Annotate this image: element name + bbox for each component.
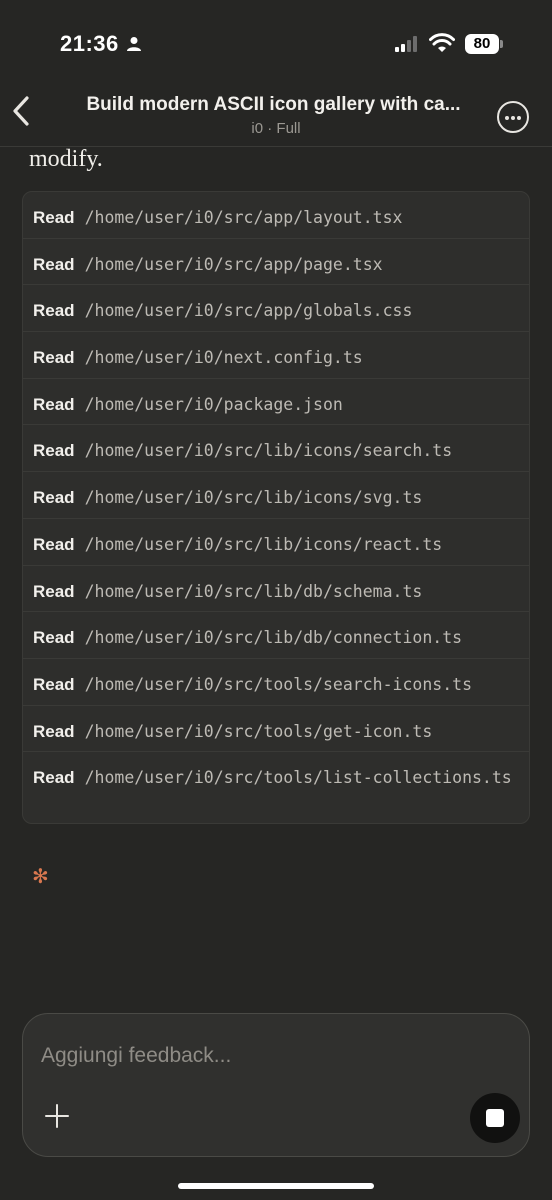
read-label: Read [33, 721, 75, 741]
read-label: Read [33, 394, 75, 414]
ellipsis-circle-icon[interactable] [497, 101, 529, 133]
plus-icon[interactable] [43, 1102, 71, 1130]
read-label: Read [33, 208, 75, 227]
read-path: /home/user/i0/src/lib/db/schema.ts [84, 581, 423, 601]
chat-header: Build modern ASCII icon gallery with ca.… [0, 72, 552, 147]
battery-icon: 80 [465, 34, 503, 54]
person-icon [127, 37, 141, 51]
chat-title[interactable]: Build modern ASCII icon gallery with ca.… [70, 94, 477, 116]
read-row[interactable]: Read/home/user/i0/src/app/layout.tsx [23, 192, 529, 239]
chat-subtitle: i0 · Full [251, 120, 301, 137]
read-path: /home/user/i0/src/app/layout.tsx [84, 208, 403, 227]
read-row[interactable]: Read/home/user/i0/src/lib/icons/search.t… [23, 425, 529, 473]
read-row[interactable]: Read/home/user/i0/src/app/globals.css [23, 285, 529, 333]
read-label: Read [33, 254, 75, 274]
read-path: /home/user/i0/src/app/page.tsx [84, 254, 383, 274]
asterisk-icon: ✻ [32, 866, 49, 888]
read-path: /home/user/i0/src/tools/list-collections… [84, 768, 512, 788]
read-path: /home/user/i0/src/tools/search-icons.ts [84, 674, 472, 694]
stop-button[interactable] [470, 1093, 520, 1143]
wifi-icon [429, 33, 455, 52]
status-bar: 21:36 80 [0, 0, 552, 72]
read-path: /home/user/i0/src/lib/icons/search.ts [84, 441, 453, 461]
read-path: /home/user/i0/package.json [84, 394, 343, 414]
read-row[interactable]: Read/home/user/i0/src/app/page.tsx [23, 239, 529, 286]
status-time: 21:36 [60, 31, 119, 56]
read-row[interactable]: Read/home/user/i0/src/tools/search-icons… [23, 659, 529, 706]
read-label: Read [33, 674, 75, 694]
read-label: Read [33, 348, 75, 368]
read-row[interactable]: Read/home/user/i0/next.config.ts [23, 332, 529, 379]
stop-icon [486, 1109, 504, 1127]
read-row[interactable]: Read/home/user/i0/src/tools/list-collect… [23, 752, 529, 823]
read-row[interactable]: Read/home/user/i0/src/tools/get-icon.ts [23, 706, 529, 753]
read-path: /home/user/i0/src/tools/get-icon.ts [84, 721, 433, 741]
read-label: Read [33, 768, 75, 788]
read-label: Read [33, 441, 75, 461]
tool-read-list: Read/home/user/i0/src/app/layout.tsx Read… [22, 191, 530, 824]
message-text: modify. [29, 146, 103, 172]
read-row[interactable]: Read/home/user/i0/src/lib/db/schema.ts [23, 566, 529, 613]
read-label: Read [33, 581, 75, 601]
read-row[interactable]: Read/home/user/i0/src/lib/icons/svg.ts [23, 472, 529, 519]
feedback-composer: Aggiungi feedback... [22, 1013, 530, 1157]
battery-level: 80 [465, 34, 499, 54]
read-row[interactable]: Read/home/user/i0/src/lib/icons/react.ts [23, 519, 529, 566]
read-row[interactable]: Read/home/user/i0/src/lib/db/connection.… [23, 612, 529, 659]
read-path: /home/user/i0/src/app/globals.css [84, 301, 413, 321]
read-label: Read [33, 628, 75, 648]
read-label: Read [33, 488, 75, 508]
read-path: /home/user/i0/next.config.ts [84, 348, 363, 368]
read-row[interactable]: Read/home/user/i0/package.json [23, 379, 529, 426]
home-indicator [178, 1183, 374, 1189]
read-label: Read [33, 301, 75, 321]
read-path: /home/user/i0/src/lib/icons/react.ts [84, 534, 443, 554]
cellular-signal-icon [395, 36, 417, 52]
read-path: /home/user/i0/src/lib/db/connection.ts [84, 628, 463, 648]
feedback-input[interactable]: Aggiungi feedback... [41, 1044, 231, 1068]
read-path: /home/user/i0/src/lib/icons/svg.ts [84, 488, 423, 508]
read-label: Read [33, 534, 75, 554]
